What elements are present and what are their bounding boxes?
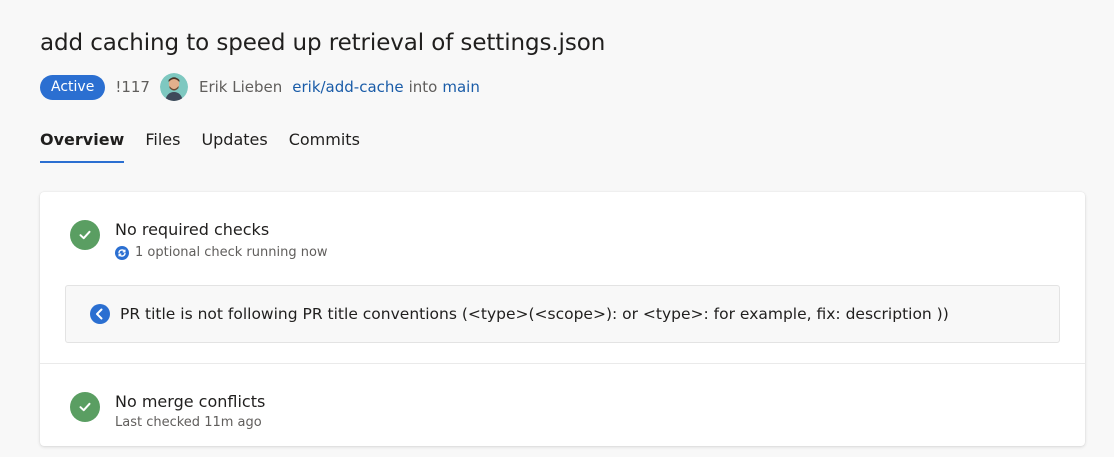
tab-overview[interactable]: Overview <box>40 130 125 163</box>
checks-card: No required checks 1 optional check runn… <box>40 192 1085 446</box>
last-checked-text: Last checked 11m ago <box>115 415 262 430</box>
merge-conflicts-row[interactable]: No merge conflicts Last checked 11m ago <box>70 392 265 430</box>
success-check-icon <box>70 392 100 422</box>
info-arrow-icon <box>90 304 110 324</box>
required-checks-row[interactable]: No required checks 1 optional check runn… <box>70 220 328 260</box>
source-branch-link[interactable]: erik/add-cache <box>292 78 403 96</box>
avatar[interactable] <box>159 73 188 101</box>
notice-text: PR title is not following PR title conve… <box>120 305 949 323</box>
tab-files[interactable]: Files <box>145 130 180 163</box>
pr-tabs: Overview Files Updates Commits <box>40 130 381 163</box>
optional-check-status: 1 optional check running now <box>135 245 328 260</box>
title-convention-notice: PR title is not following PR title conve… <box>65 285 1060 343</box>
tab-updates[interactable]: Updates <box>201 130 267 163</box>
merge-conflicts-title: No merge conflicts <box>115 392 266 411</box>
author-name[interactable]: Erik Lieben <box>199 78 282 96</box>
into-label: into <box>408 78 438 96</box>
pr-id: !117 <box>115 78 150 96</box>
tab-commits[interactable]: Commits <box>289 130 360 163</box>
target-branch-link[interactable]: main <box>442 78 479 96</box>
page-title: add caching to speed up retrieval of set… <box>40 30 606 56</box>
success-check-icon <box>70 220 100 250</box>
section-divider <box>40 363 1085 364</box>
running-refresh-icon <box>115 245 129 260</box>
status-badge: Active <box>40 74 106 100</box>
pr-meta: Active !117 Erik Lieben erik/add-cache i… <box>40 72 480 102</box>
required-checks-title: No required checks <box>115 220 270 239</box>
